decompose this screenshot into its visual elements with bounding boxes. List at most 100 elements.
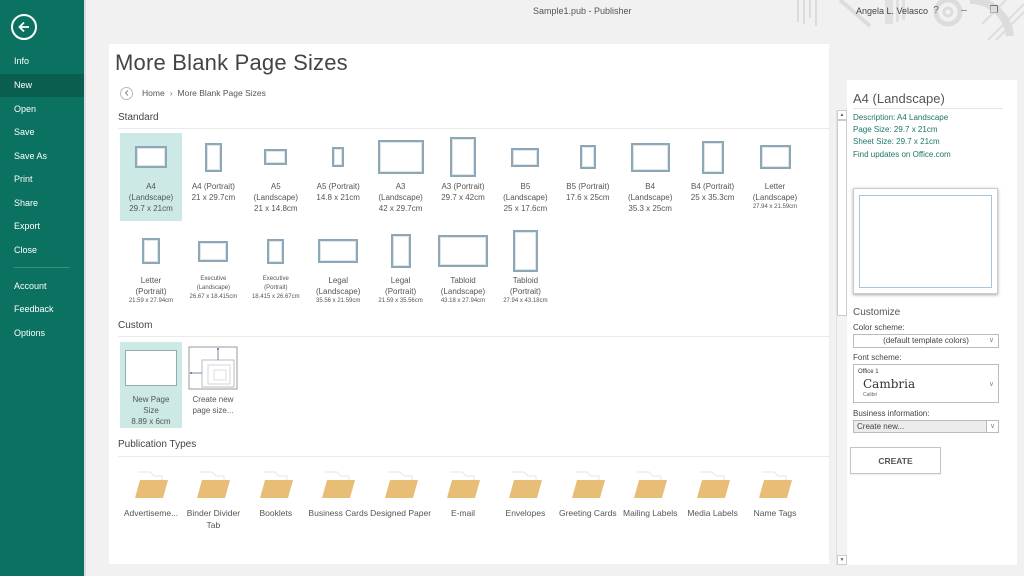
page-size-tile-a4-landscape[interactable]: A4 (Landscape) 29.7 x 21cm <box>120 133 182 221</box>
sidebar-item-save[interactable]: Save <box>0 121 84 144</box>
tile-label: Designed Paper <box>370 508 432 518</box>
tile-label: Size <box>143 406 159 415</box>
page-size-tile-a5-portrait[interactable]: A5 (Portrait) 14.8 x 21cm <box>307 133 369 221</box>
tile-dimensions: 21.59 x 27.94cm <box>128 298 174 304</box>
page-thumbnail <box>390 234 411 268</box>
create-button[interactable]: CREATE <box>850 447 941 474</box>
tile-dimensions: 26.67 x 18.415cm <box>189 294 238 300</box>
publication-type-mailing-labels[interactable]: Mailing Labels <box>619 470 681 519</box>
color-scheme-select[interactable]: (default template colors) ∨ <box>853 334 999 348</box>
font-scheme-select[interactable]: Office 1 Cambria Calibri ∨ <box>853 364 999 403</box>
page-thumbnail <box>198 240 229 262</box>
scroll-down-button[interactable]: ▼ <box>837 555 847 565</box>
tile-label: Binder Divider Tab <box>186 508 241 530</box>
tile-label: B4 (Portrait) <box>691 182 735 191</box>
folder-icon <box>447 471 480 498</box>
sidebar-item-share[interactable]: Share <box>0 192 84 215</box>
thumbnail-area <box>432 227 494 275</box>
sidebar-item-account[interactable]: Account <box>0 275 84 298</box>
page-size-tile-a4-portrait[interactable]: A4 (Portrait) 21 x 29.7cm <box>182 133 244 221</box>
page-size-tile-letter-portrait[interactable]: Letter (Portrait) 21.59 x 27.94cm <box>120 227 182 315</box>
page-size-tile-tabloid-portrait[interactable]: Tabloid (Portrait) 27.94 x 43.18cm <box>494 227 556 315</box>
tile-dimensions: 42 x 29.7cm <box>378 204 423 213</box>
color-scheme-value: (default template colors) <box>883 336 969 345</box>
publication-type-greeting-cards[interactable]: Greeting Cards <box>557 470 619 519</box>
tile-label: B4 <box>645 182 656 191</box>
publication-type-binder-divider-tab[interactable]: Binder Divider Tab <box>182 470 244 531</box>
breadcrumb-current: More Blank Page Sizes <box>177 88 266 98</box>
page-size-tile-a5-landscape[interactable]: A5 (Landscape) 21 x 14.8cm <box>245 133 307 221</box>
scroll-up-button[interactable]: ▲ <box>837 110 847 120</box>
tile-label: Legal <box>390 276 411 285</box>
page-size-tile-a3-landscape[interactable]: A3 (Landscape) 42 x 29.7cm <box>370 133 432 221</box>
preview-margin-guide <box>859 195 992 288</box>
page-size-tile-executive-portrait[interactable]: Executive (Portrait) 18.415 x 26.67cm <box>245 227 307 315</box>
publication-type-name-tags[interactable]: Name Tags <box>744 470 806 519</box>
publication-type-designed-paper[interactable]: Designed Paper <box>370 470 432 519</box>
sidebar-item-new[interactable]: New <box>0 74 84 97</box>
page-thumbnail <box>267 238 285 264</box>
window-title: Sample1.pub - Publisher <box>533 6 632 16</box>
page-thumbnail <box>438 235 488 267</box>
page-size-tile-executive-landscape[interactable]: Executive (Landscape) 26.67 x 18.415cm <box>182 227 244 315</box>
page-thumbnail <box>630 142 670 172</box>
sidebar-item-open[interactable]: Open <box>0 98 84 121</box>
sidebar-item-export[interactable]: Export <box>0 215 84 238</box>
publication-type-e-mail[interactable]: E-mail <box>432 470 494 519</box>
find-updates-link[interactable]: Find updates on Office.com <box>853 150 951 159</box>
tile-label: (Landscape) <box>503 193 548 202</box>
page-thumbnail <box>318 239 359 263</box>
tile-label: Letter <box>140 276 162 285</box>
publication-type-business-cards[interactable]: Business Cards <box>307 470 369 519</box>
tile-label: Booklets <box>259 508 293 518</box>
tile-label: Media Labels <box>687 508 738 518</box>
publication-type-advertiseme[interactable]: Advertiseme... <box>120 470 182 519</box>
vertical-scrollbar[interactable]: ▲ ▼ <box>836 110 847 565</box>
tile-label: A3 <box>395 182 406 191</box>
sidebar-item-feedback[interactable]: Feedback <box>0 298 84 321</box>
tile-label: Business Cards <box>308 508 368 518</box>
restore-button[interactable]: ❐ <box>985 3 1003 19</box>
tile-label: (Landscape) <box>627 193 673 202</box>
tile-dimensions: 29.7 x 21cm <box>129 204 173 213</box>
back-button[interactable] <box>11 14 37 40</box>
thumbnail-area <box>307 133 369 181</box>
tile-label: Executive <box>200 276 227 282</box>
user-account-name[interactable]: Angela L. Velasco <box>856 6 928 16</box>
breadcrumb-home[interactable]: Home <box>142 88 165 98</box>
sidebar-item-options[interactable]: Options <box>0 322 84 345</box>
sidebar-item-close[interactable]: Close <box>0 239 84 262</box>
minimize-button[interactable]: – <box>955 3 973 19</box>
page-size-tile-tabloid-landscape[interactable]: Tabloid (Landscape) 43.18 x 27.94cm <box>432 227 494 315</box>
page-size-tile-b5-landscape[interactable]: B5 (Landscape) 25 x 17.6cm <box>494 133 556 221</box>
publication-type-envelopes[interactable]: Envelopes <box>494 470 556 519</box>
custom-new-page-size[interactable]: New Page Size 8.89 x 6cm <box>120 342 182 428</box>
scrollbar-thumb[interactable] <box>837 120 847 316</box>
sidebar-item-info[interactable]: Info <box>0 50 84 73</box>
font-scheme-body-font: Calibri <box>863 392 878 398</box>
tile-label: Name Tags <box>753 508 797 518</box>
tile-label: New Page <box>132 395 170 404</box>
page-size-tile-legal-portrait[interactable]: Legal (Portrait) 21.59 x 35.56cm <box>370 227 432 315</box>
create-new-page-size[interactable]: Create new page size... <box>182 342 244 428</box>
page-size-tile-letter-landscape[interactable]: Letter (Landscape) 27.94 x 21.59cm <box>744 133 806 221</box>
page-size-tile-b4-landscape[interactable]: B4 (Landscape) 35.3 x 25cm <box>619 133 681 221</box>
publication-type-booklets[interactable]: Booklets <box>245 470 307 519</box>
page-thumbnail <box>142 238 160 264</box>
template-sheet-size: Sheet Size: 29.7 x 21cm <box>853 137 940 146</box>
thumbnail-area <box>120 133 182 181</box>
title-divider <box>853 108 1003 109</box>
customize-heading: Customize <box>853 307 901 318</box>
help-button[interactable]: ? <box>927 3 945 19</box>
sidebar-item-save-as[interactable]: Save As <box>0 145 84 168</box>
page-size-tile-b5-portrait[interactable]: B5 (Portrait) 17.6 x 25cm <box>557 133 619 221</box>
page-size-tile-legal-landscape[interactable]: Legal (Landscape) 35.56 x 21.59cm <box>307 227 369 315</box>
business-info-select[interactable]: Create new... ∨ <box>853 420 999 433</box>
page-size-tile-a3-portrait[interactable]: A3 (Portrait) 29.7 x 42cm <box>432 133 494 221</box>
sidebar-item-print[interactable]: Print <box>0 168 84 191</box>
publication-type-media-labels[interactable]: Media Labels <box>682 470 744 519</box>
page-size-tile-b4-portrait[interactable]: B4 (Portrait) 25 x 35.3cm <box>682 133 744 221</box>
tile-label: (Landscape) <box>128 193 174 202</box>
breadcrumb-back-button[interactable] <box>120 86 133 100</box>
thumbnail-area <box>370 227 432 275</box>
